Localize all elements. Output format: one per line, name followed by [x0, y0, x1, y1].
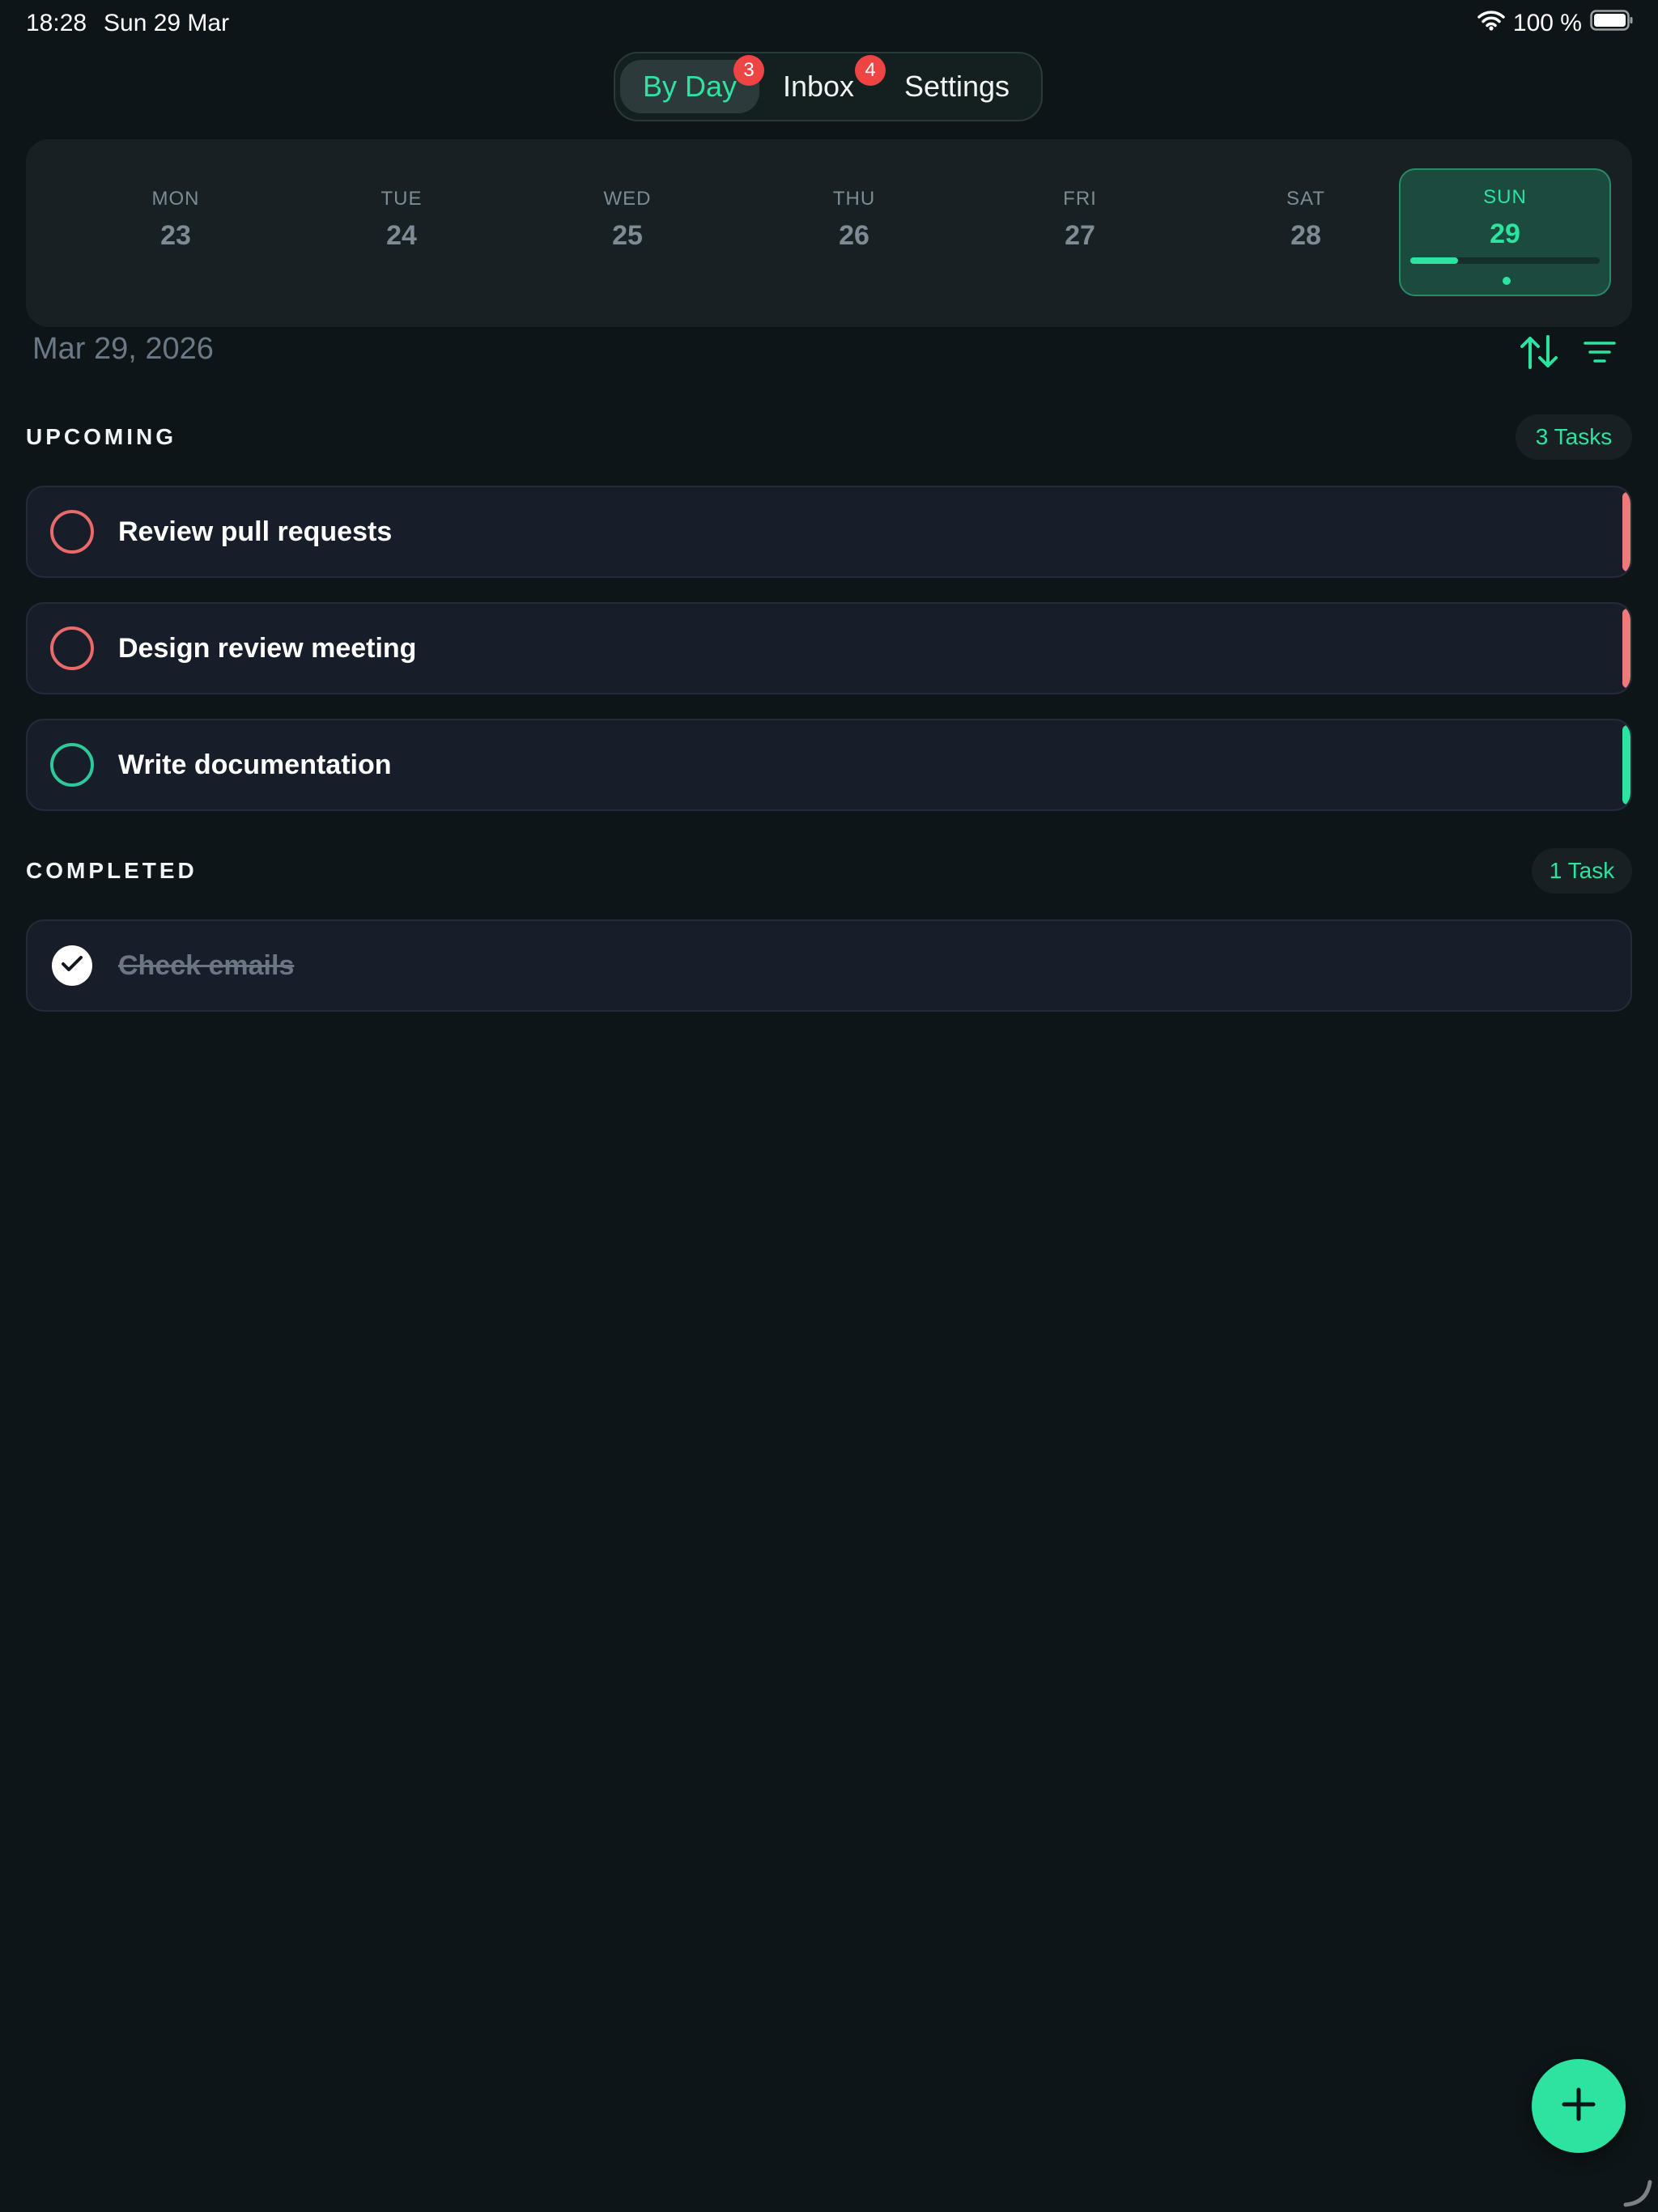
- day-name: WED: [603, 188, 652, 210]
- tab-settings-label: Settings: [903, 70, 1010, 103]
- day-name: SUN: [1483, 186, 1527, 208]
- tab-inbox[interactable]: Inbox: [774, 60, 863, 113]
- day-wed[interactable]: WED 25: [522, 168, 733, 252]
- upcoming-heading: UPCOMING: [26, 424, 176, 449]
- resize-handle: [1622, 2176, 1655, 2212]
- day-number: 25: [612, 220, 643, 251]
- day-number: 29: [1490, 219, 1520, 249]
- day-thu[interactable]: THU 26: [749, 168, 959, 252]
- status-right: 100 %: [1477, 10, 1634, 37]
- priority-indicator: [1622, 492, 1630, 571]
- plus-icon: [1561, 2087, 1596, 2126]
- task-checkbox[interactable]: [50, 743, 94, 787]
- week-strip: MON 23 TUE 24 WED 25 THU 26 FRI 27 SAT 2…: [26, 139, 1632, 327]
- current-date: Mar 29, 2026: [32, 332, 214, 366]
- day-number: 28: [1290, 220, 1321, 251]
- day-tue[interactable]: TUE 24: [296, 168, 507, 252]
- task-title: Review pull requests: [118, 516, 393, 547]
- tab-by-day-label: By Day: [642, 70, 738, 103]
- day-name: FRI: [1063, 188, 1097, 210]
- day-sun[interactable]: SUN 29: [1399, 168, 1611, 296]
- task-checkbox-checked[interactable]: [52, 945, 92, 986]
- status-date: Sun 29 Mar: [104, 10, 230, 36]
- completed-count: 1 Task: [1532, 848, 1632, 894]
- add-task-button[interactable]: [1532, 2059, 1626, 2153]
- wifi-icon: [1477, 10, 1505, 37]
- day-name: TUE: [380, 188, 423, 210]
- task-title: Check emails: [118, 949, 295, 981]
- task-dot: [1503, 277, 1511, 285]
- day-name: THU: [832, 188, 876, 210]
- checkmark-icon: [61, 955, 83, 977]
- battery-percent: 100 %: [1512, 10, 1582, 36]
- day-progress-track: [1410, 257, 1600, 264]
- inbox-badge: 4: [855, 55, 886, 86]
- task-checkbox[interactable]: [50, 510, 94, 554]
- day-number: 23: [160, 220, 191, 251]
- tab-settings[interactable]: Settings: [889, 60, 1025, 113]
- day-fri[interactable]: FRI 27: [975, 168, 1185, 252]
- battery-icon: [1590, 10, 1634, 37]
- by-day-badge: 3: [733, 55, 764, 86]
- view-switcher: By Day 3 Inbox 4 Settings: [614, 52, 1043, 121]
- completed-heading: COMPLETED: [26, 858, 198, 883]
- sort-icon[interactable]: [1519, 332, 1559, 376]
- status-time: 18:28: [26, 10, 87, 36]
- day-name: MON: [151, 188, 200, 210]
- task-card-completed[interactable]: Check emails: [26, 919, 1632, 1012]
- upcoming-count: 3 Tasks: [1516, 414, 1632, 460]
- task-title: Write documentation: [118, 749, 392, 780]
- task-checkbox[interactable]: [50, 626, 94, 670]
- filter-icon[interactable]: [1584, 338, 1616, 370]
- day-mon[interactable]: MON 23: [70, 168, 281, 252]
- task-card[interactable]: Write documentation: [26, 719, 1632, 811]
- priority-indicator: [1622, 725, 1630, 805]
- task-title: Design review meeting: [118, 632, 417, 664]
- day-number: 26: [839, 220, 869, 251]
- day-progress-fill: [1410, 257, 1458, 264]
- tab-inbox-label: Inbox: [782, 70, 855, 103]
- priority-indicator: [1622, 609, 1630, 688]
- day-name: SAT: [1286, 188, 1325, 210]
- day-sat[interactable]: SAT 28: [1201, 168, 1411, 252]
- task-card[interactable]: Review pull requests: [26, 486, 1632, 578]
- day-number: 27: [1065, 220, 1095, 251]
- task-card[interactable]: Design review meeting: [26, 602, 1632, 694]
- day-number: 24: [386, 220, 417, 251]
